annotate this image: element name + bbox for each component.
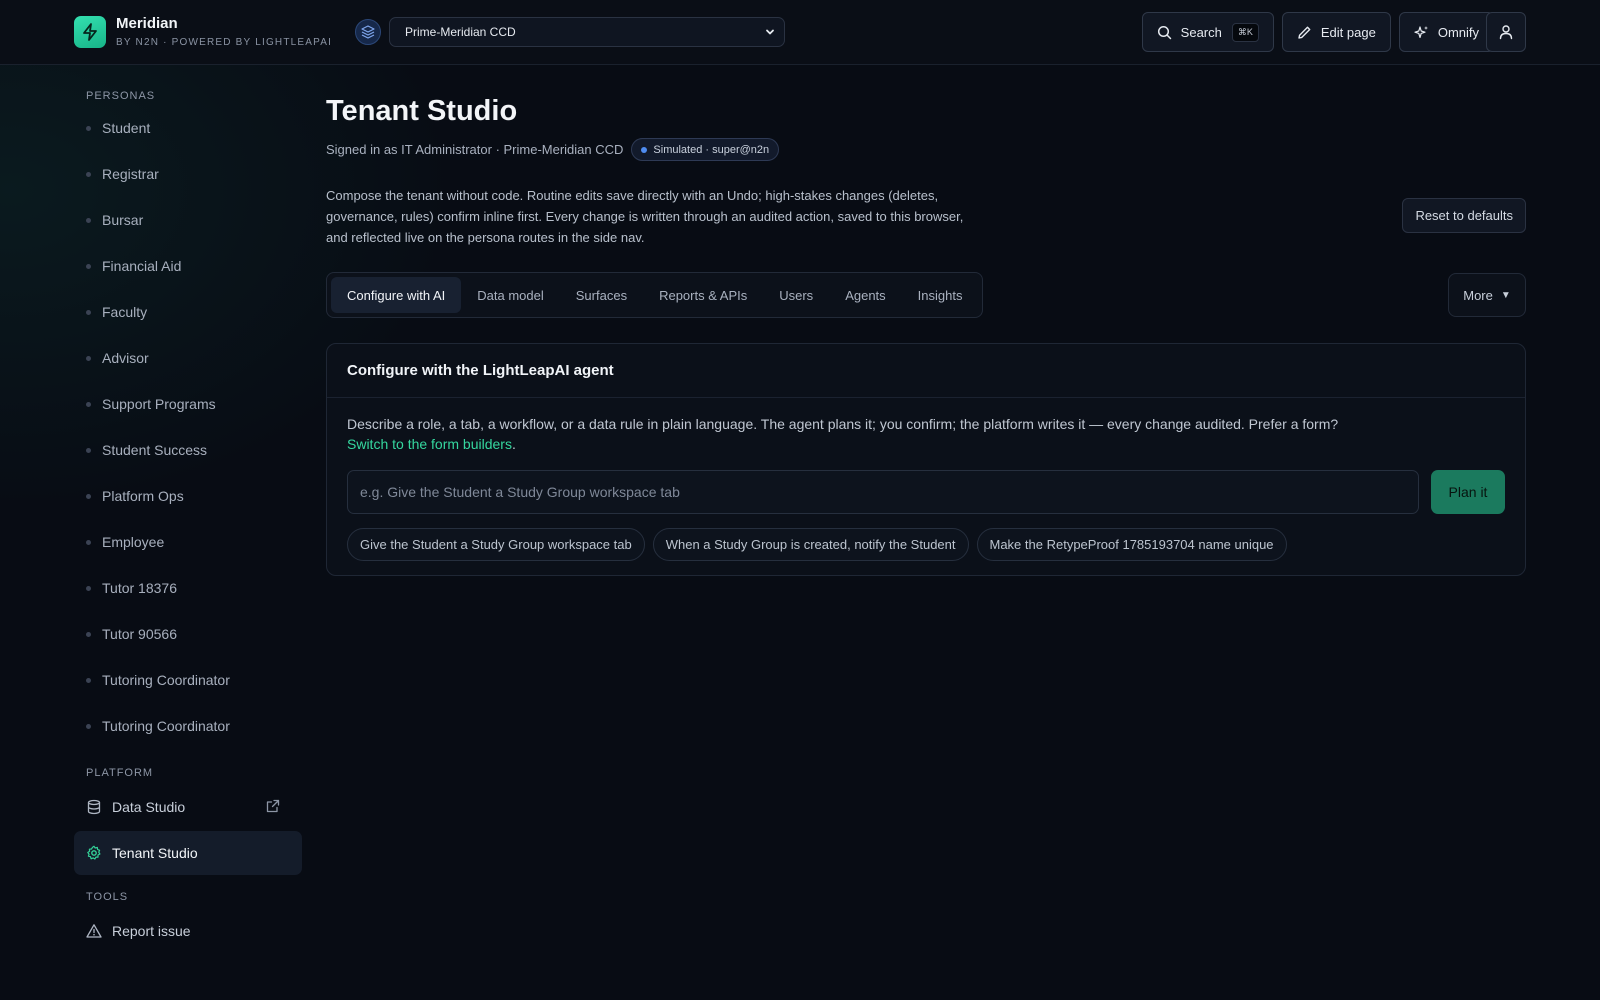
edit-page-button[interactable]: Edit page (1281, 12, 1391, 52)
tab-insights[interactable]: Insights (902, 277, 979, 313)
sidebar-item-tutor-18376[interactable]: Tutor 18376 (74, 565, 302, 611)
sidebar-item-employee[interactable]: Employee (74, 519, 302, 565)
caret-down-icon: ▼ (1500, 289, 1511, 301)
lightning-icon (74, 16, 106, 48)
persona-list: Student Registrar Bursar Financial Aid F… (74, 105, 302, 749)
sidebar-item-data-studio[interactable]: Data Studio (74, 785, 302, 829)
tab-users[interactable]: Users (763, 277, 829, 313)
user-icon (1499, 25, 1513, 40)
sidebar-item-financial-aid[interactable]: Financial Aid (74, 243, 302, 289)
tenant-select-value: Prime-Meridian CCD (405, 25, 516, 39)
tab-data-model[interactable]: Data model (461, 277, 559, 313)
suggestion-chip[interactable]: Give the Student a Study Group workspace… (347, 528, 645, 561)
sidebar-item-report-issue[interactable]: Report issue (74, 909, 302, 953)
search-shortcut: ⌘K (1231, 22, 1259, 42)
sidebar-item-student-success[interactable]: Student Success (74, 427, 302, 473)
brand[interactable]: Meridian BY N2N · POWERED BY LIGHTLEAPAI (74, 16, 332, 48)
suggestion-chip[interactable]: When a Study Group is created, notify th… (652, 528, 969, 561)
sidebar-item-tutoring-coordinator-2[interactable]: Tutoring Coordinator (74, 703, 302, 749)
studio-tabs: Configure with AI Data model Surfaces Re… (326, 272, 984, 318)
sidebar-item-advisor[interactable]: Advisor (74, 335, 302, 381)
brand-name: Meridian (116, 15, 178, 32)
tab-agents[interactable]: Agents (829, 277, 901, 313)
platform-label: PLATFORM (86, 767, 154, 779)
tab-surfaces[interactable]: Surfaces (560, 277, 643, 313)
personas-label: PERSONAS (86, 90, 156, 102)
omnify-button[interactable]: Omnify (1398, 12, 1494, 52)
gear-icon (87, 845, 101, 860)
tab-configure-with-ai[interactable]: Configure with AI (331, 277, 462, 313)
more-tabs-button[interactable]: More ▼ (1448, 273, 1526, 317)
sidebar-item-student[interactable]: Student (74, 105, 302, 151)
agent-prompt-input[interactable] (347, 470, 1419, 514)
ai-agent-card: Configure with the LightLeapAI agent Des… (326, 343, 1526, 576)
sidebar-item-tutoring-coordinator[interactable]: Tutoring Coordinator (74, 657, 302, 703)
user-menu-button[interactable] (1486, 12, 1526, 52)
pencil-icon (1298, 26, 1311, 39)
page-title: Tenant Studio (326, 95, 518, 127)
card-title: Configure with the LightLeapAI agent (327, 344, 1525, 398)
sidebar-item-registrar[interactable]: Registrar (74, 151, 302, 197)
signed-in-row: Signed in as IT Administrator · Prime-Me… (326, 138, 780, 161)
brand-subtitle: BY N2N · POWERED BY LIGHTLEAPAI (116, 37, 333, 48)
edit-page-label: Edit page (1320, 24, 1376, 40)
search-icon (1157, 25, 1171, 39)
chevron-down-icon (766, 29, 774, 35)
search-button[interactable]: Search ⌘K (1141, 12, 1274, 52)
layers-icon (355, 19, 381, 45)
card-description: Describe a role, a tab, a workflow, or a… (347, 416, 1339, 452)
signed-in-text: Signed in as IT Administrator · Prime-Me… (326, 142, 624, 157)
sparkle-icon (1414, 25, 1428, 38)
warning-icon (86, 924, 102, 938)
simulated-badge: Simulated · super@n2n (631, 138, 780, 161)
sidebar-item-tutor-90566[interactable]: Tutor 90566 (74, 611, 302, 657)
sidebar: PERSONAS Student Registrar Bursar Financ… (74, 65, 302, 953)
page-description: Compose the tenant without code. Routine… (326, 188, 964, 245)
external-link-icon (266, 799, 280, 813)
sidebar-item-platform-ops[interactable]: Platform Ops (74, 473, 302, 519)
suggestion-chip[interactable]: Make the RetypeProof 1785193704 name uni… (976, 528, 1287, 561)
tenant-select[interactable]: Prime-Meridian CCD (389, 17, 785, 47)
suggestion-chips: Give the Student a Study Group workspace… (347, 528, 1287, 561)
top-bar: Meridian BY N2N · POWERED BY LIGHTLEAPAI… (0, 0, 1600, 65)
form-builders-link[interactable]: Switch to the form builders (347, 436, 512, 452)
sidebar-item-support-programs[interactable]: Support Programs (74, 381, 302, 427)
reset-defaults-button[interactable]: Reset to defaults (1402, 198, 1526, 233)
omnify-label: Omnify (1437, 24, 1479, 40)
tools-label: TOOLS (86, 891, 129, 903)
plan-it-button[interactable]: Plan it (1431, 470, 1505, 514)
tab-reports-apis[interactable]: Reports & APIs (643, 277, 763, 313)
sidebar-item-tenant-studio[interactable]: Tenant Studio (74, 831, 302, 875)
sidebar-item-faculty[interactable]: Faculty (74, 289, 302, 335)
database-icon (87, 799, 101, 815)
search-button-label: Search (1180, 24, 1222, 40)
sidebar-item-bursar[interactable]: Bursar (74, 197, 302, 243)
